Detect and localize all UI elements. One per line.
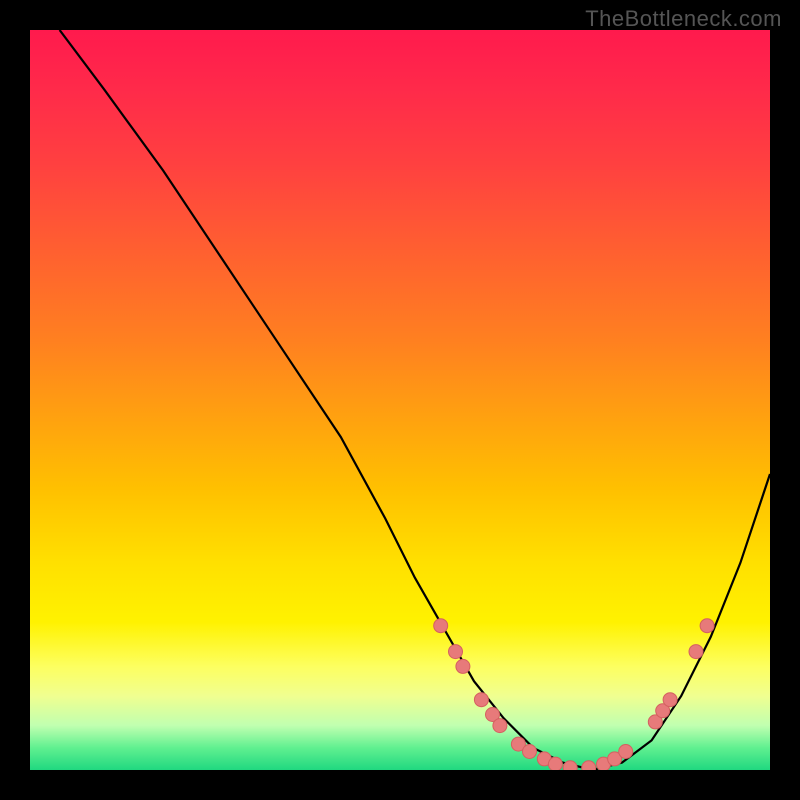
chart-plot-area xyxy=(30,30,770,770)
data-point xyxy=(474,693,488,707)
watermark-text: TheBottleneck.com xyxy=(585,6,782,32)
data-point xyxy=(582,761,596,770)
data-point xyxy=(548,757,562,770)
curve-line xyxy=(60,30,770,770)
data-point xyxy=(456,659,470,673)
data-point xyxy=(449,645,463,659)
data-point xyxy=(619,745,633,759)
data-points-group xyxy=(434,619,714,770)
chart-svg xyxy=(30,30,770,770)
data-point xyxy=(663,693,677,707)
data-point xyxy=(523,745,537,759)
data-point xyxy=(434,619,448,633)
data-point xyxy=(700,619,714,633)
data-point xyxy=(493,719,507,733)
data-point xyxy=(563,761,577,770)
data-point xyxy=(689,645,703,659)
